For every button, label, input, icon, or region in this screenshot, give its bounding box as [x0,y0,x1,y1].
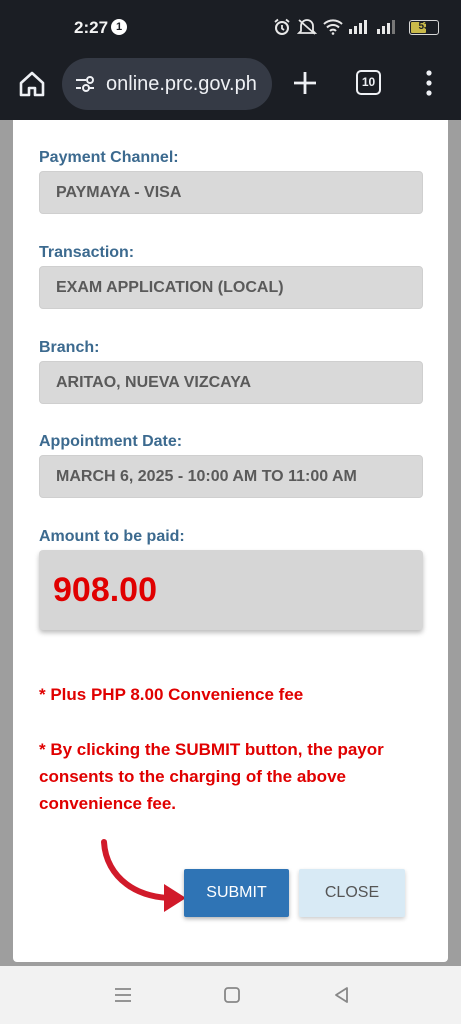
more-vert-icon[interactable] [421,68,437,98]
recents-icon[interactable] [112,984,134,1006]
convenience-fee-note: * Plus PHP 8.00 Convenience fee [39,685,304,704]
tab-count: 10 [361,75,376,89]
payment-channel-label: Payment Channel: [39,149,179,166]
back-icon[interactable] [331,984,353,1006]
tab-switcher-icon[interactable]: 10 [356,70,381,95]
system-nav-bar [0,966,461,1024]
mute-icon [297,19,317,35]
arrow-annotation [101,839,186,912]
alarm-icon [274,18,290,35]
branch-label: Branch: [39,339,100,356]
branch-field: ARITAO, NUEVA VIZCAYA [39,361,423,404]
status-time: 2:27 [74,18,109,37]
consent-note: * By clicking the SUBMIT button, the pay… [39,740,384,813]
url-text: online.prc.gov.ph [106,72,257,95]
status-icons: 53 [273,18,439,36]
browser-toolbar: online.prc.gov.ph 10 [0,56,461,120]
signal-icon [349,20,367,34]
home-nav-icon[interactable] [221,984,243,1006]
appointment-date-label: Appointment Date: [39,433,183,450]
address-bar[interactable]: online.prc.gov.ph [62,58,272,110]
plus-icon[interactable] [290,68,320,98]
page-backdrop: Payment Channel: PAYMAYA - VISA Transact… [0,120,461,966]
home-icon[interactable] [16,68,48,100]
close-button[interactable]: CLOSE [299,869,405,917]
site-settings-icon[interactable] [74,74,96,94]
battery-level: 53 [418,20,430,32]
amount-label: Amount to be paid: [39,528,185,545]
battery-icon: 53 [409,19,439,35]
notification-badge: 1 [111,19,127,35]
transaction-field: EXAM APPLICATION (LOCAL) [39,266,423,309]
submit-button[interactable]: SUBMIT [184,869,289,917]
amount-field: 908.00 [39,550,423,630]
appointment-date-field: MARCH 6, 2025 - 10:00 AM TO 11:00 AM [39,455,423,498]
wifi-icon [323,19,343,35]
signal-icon [377,20,395,34]
transaction-label: Transaction: [39,244,135,261]
payment-channel-field: PAYMAYA - VISA [39,171,423,214]
payment-dialog: Payment Channel: PAYMAYA - VISA Transact… [13,120,448,962]
status-bar: 2:27 1 53 [0,0,461,56]
